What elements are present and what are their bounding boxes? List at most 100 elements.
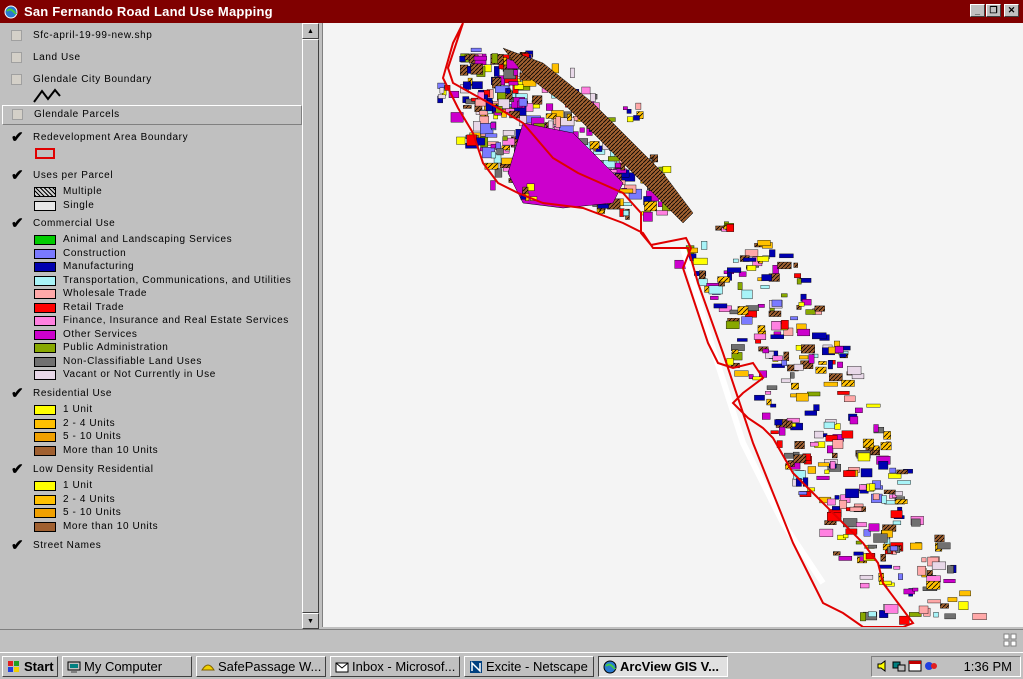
- legend-swatch: [34, 481, 56, 491]
- layer-name: Redevelopment Area Boundary: [33, 132, 189, 143]
- legend-label: Construction: [63, 247, 127, 259]
- legend-swatch: [34, 248, 56, 259]
- layer-visibility-checkbox-checked[interactable]: ✔: [11, 130, 24, 145]
- legend-swatch: [34, 508, 56, 518]
- toc-layer-street-names[interactable]: ✔ Street Names: [2, 538, 302, 554]
- toc-layer-low-density-residential[interactable]: ✔ Low Density Residential: [2, 462, 302, 478]
- legend-label: 5 - 10 Units: [63, 431, 122, 442]
- safepassage-icon: [201, 660, 215, 674]
- windows-logo-icon: [7, 660, 21, 674]
- netscape-icon: [469, 660, 483, 674]
- legend-swatch: [34, 445, 56, 456]
- boundary-symbol-icon: [35, 148, 55, 159]
- taskbar-button-my-computer[interactable]: My Computer: [62, 656, 192, 677]
- toc-layer-glendale-city-boundary[interactable]: Glendale City Boundary: [2, 74, 302, 88]
- inbox-icon: [335, 660, 349, 674]
- map-view[interactable]: [322, 23, 1023, 627]
- layer-visibility-checkbox[interactable]: [12, 109, 23, 120]
- taskbar-button-excite[interactable]: Excite - Netscape: [464, 656, 594, 677]
- layer-name: Sfc-april-19-99-new.shp: [33, 30, 153, 41]
- legend-swatch: [34, 343, 56, 353]
- layer-visibility-checkbox-checked[interactable]: ✔: [11, 216, 24, 231]
- legend-swatch: [34, 200, 56, 211]
- windows-taskbar: Start My Computer SafePassage W... Inbox…: [0, 652, 1023, 679]
- scheduler-icon[interactable]: [908, 659, 922, 676]
- arcview-icon: [603, 660, 617, 674]
- network-icon[interactable]: [892, 659, 906, 676]
- toc-layer-residential-use[interactable]: ✔ Residential Use: [2, 386, 302, 402]
- scroll-down-button[interactable]: ▼: [302, 613, 319, 629]
- legend-label: Finance, Insurance and Real Estate Servi…: [63, 315, 289, 326]
- layer-visibility-checkbox-checked[interactable]: ✔: [11, 386, 24, 401]
- legend-swatch: [34, 187, 56, 197]
- layer-name: Residential Use: [33, 388, 113, 399]
- layer-visibility-checkbox[interactable]: [11, 74, 22, 85]
- toc-layer-commercial-use[interactable]: ✔ Commercial Use: [2, 216, 302, 232]
- taskbar-button-arcview[interactable]: ArcView GIS V...: [598, 656, 728, 677]
- legend-label: Manufacturing: [63, 261, 135, 272]
- toc-layer-uses-per-parcel[interactable]: ✔ Uses per Parcel: [2, 168, 302, 184]
- speaker-icon[interactable]: [876, 659, 890, 676]
- tray-app-icon[interactable]: [924, 659, 938, 676]
- legend-swatch: [34, 316, 56, 326]
- legend-swatch: [34, 418, 56, 429]
- layer-name: Glendale Parcels: [34, 109, 120, 120]
- taskbar-button-label: SafePassage W...: [218, 659, 322, 674]
- toc-layer-land-use[interactable]: Land Use: [2, 52, 302, 66]
- arrow-down-icon: ▼: [307, 617, 314, 625]
- legend-label: Non-Classifiable Land Uses: [63, 355, 202, 367]
- legend-label: 5 - 10 Units: [63, 507, 122, 518]
- taskbar-button-label: ArcView GIS V...: [620, 659, 719, 674]
- close-button[interactable]: ✕: [1004, 4, 1019, 17]
- legend-label: Multiple: [63, 186, 103, 197]
- arcview-globe-icon: [3, 4, 19, 20]
- scroll-up-button[interactable]: ▲: [302, 23, 319, 39]
- legend-label: Vacant or Not Currently in Use: [63, 369, 216, 380]
- toc-layer-glendale-parcels[interactable]: Glendale Parcels: [2, 105, 302, 125]
- taskbar-button-safepassage[interactable]: SafePassage W...: [196, 656, 326, 677]
- taskbar-button-label: My Computer: [84, 659, 163, 674]
- toc-scrollbar[interactable]: ▲ ▼: [302, 23, 319, 629]
- legend-label: Public Administration: [63, 342, 169, 353]
- legend-swatch: [34, 302, 56, 313]
- layout-grid-icon: [1003, 633, 1017, 647]
- minimize-button[interactable]: _: [970, 4, 985, 17]
- layer-name: Street Names: [33, 540, 102, 551]
- legend-label: Single: [63, 199, 95, 211]
- land-use-map[interactable]: [323, 23, 1023, 627]
- legend-swatch: [34, 289, 56, 299]
- restore-button[interactable]: ❐: [986, 4, 1001, 17]
- scroll-thumb[interactable]: [302, 39, 319, 613]
- status-bar: [0, 629, 1023, 651]
- toc-layer-sfc-april-19-99-new-shp[interactable]: Sfc-april-19-99-new.shp: [2, 30, 302, 44]
- legend-label: 1 Unit: [63, 480, 93, 491]
- layer-name: Low Density Residential: [33, 464, 154, 475]
- layer-visibility-checkbox-checked[interactable]: ✔: [11, 462, 24, 477]
- start-label: Start: [24, 659, 54, 674]
- legend-swatch: [34, 275, 56, 286]
- legend-label: 2 - 4 Units: [63, 417, 116, 429]
- layer-visibility-checkbox[interactable]: [11, 52, 22, 63]
- layer-name: Commercial Use: [33, 218, 116, 229]
- legend-label: Wholesale Trade: [63, 288, 148, 299]
- system-tray: 1:36 PM: [871, 656, 1021, 677]
- restore-icon: ❐: [989, 5, 998, 15]
- legend-label: 2 - 4 Units: [63, 493, 116, 505]
- window-title-bar: San Fernando Road Land Use Mapping _ ❐ ✕: [0, 0, 1023, 23]
- legend-label: Animal and Landscaping Services: [63, 234, 233, 245]
- arrow-up-icon: ▲: [307, 27, 314, 35]
- layer-visibility-checkbox-checked[interactable]: ✔: [11, 168, 24, 183]
- taskbar-button-inbox[interactable]: Inbox - Microsof...: [330, 656, 460, 677]
- legend-swatch: [34, 235, 56, 245]
- taskbar-button-label: Inbox - Microsof...: [352, 659, 456, 674]
- legend-swatch: [34, 370, 56, 380]
- legend-label: 1 Unit: [63, 404, 93, 415]
- layer-visibility-checkbox[interactable]: [11, 30, 22, 41]
- legend-swatch: [34, 494, 56, 505]
- start-button[interactable]: Start: [2, 656, 58, 677]
- taskbar-button-label: Excite - Netscape: [486, 659, 588, 674]
- legend-label: More than 10 Units: [63, 444, 159, 456]
- legend-swatch: [34, 356, 56, 367]
- toc-layer-redevelopment-area-boundary[interactable]: ✔ Redevelopment Area Boundary: [2, 130, 302, 146]
- layer-visibility-checkbox-checked[interactable]: ✔: [11, 538, 24, 553]
